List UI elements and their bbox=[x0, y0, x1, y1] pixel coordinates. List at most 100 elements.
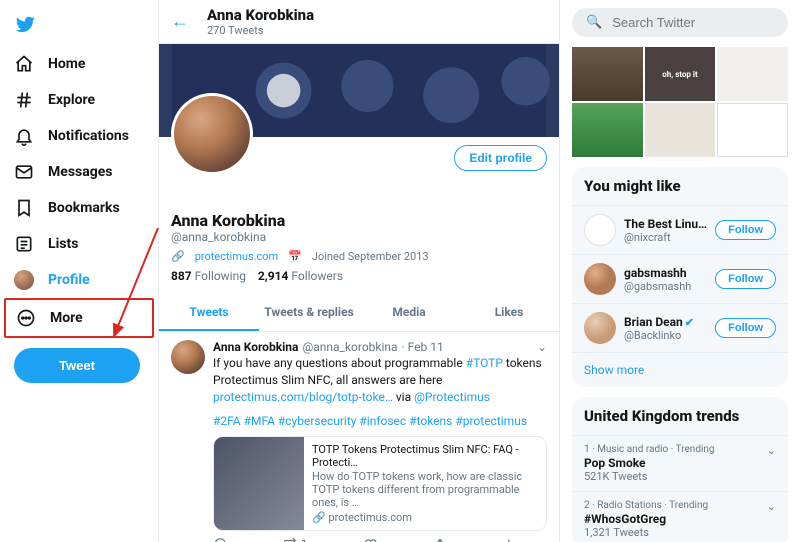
nav-notifications[interactable]: Notifications bbox=[4, 118, 154, 154]
tab-replies[interactable]: Tweets & replies bbox=[259, 295, 359, 331]
mention-link[interactable]: @Protectimus bbox=[414, 390, 490, 404]
profile-name: Anna Korobkina bbox=[171, 211, 547, 230]
card-image bbox=[214, 437, 304, 530]
search-box[interactable]: 🔍 bbox=[572, 8, 788, 37]
follow-button[interactable]: Follow bbox=[715, 269, 776, 289]
followers-link[interactable]: 2,914 Followers bbox=[258, 269, 343, 283]
card-url: 🔗 protectimus.com bbox=[312, 511, 538, 524]
primary-nav: Home Explore Notifications Messages Book… bbox=[0, 0, 158, 542]
user-avatar bbox=[584, 214, 616, 246]
trend-caret-icon[interactable]: ⌄ bbox=[767, 500, 776, 513]
search-input[interactable] bbox=[612, 15, 788, 30]
home-icon bbox=[14, 54, 34, 74]
profile-tabs: Tweets Tweets & replies Media Likes bbox=[159, 295, 559, 332]
user-avatar bbox=[584, 263, 616, 295]
user-name: The Best Linux Blog I… bbox=[624, 217, 707, 231]
panel-title: You might like bbox=[572, 167, 788, 205]
tab-tweets[interactable]: Tweets bbox=[159, 295, 259, 331]
trend-item[interactable]: ⌄ 2 · Radio Stations · Trending #WhosGot… bbox=[572, 491, 788, 542]
user-avatar bbox=[584, 312, 616, 344]
trend-caret-icon[interactable]: ⌄ bbox=[767, 444, 776, 457]
follow-button[interactable]: Follow bbox=[715, 220, 776, 240]
user-handle: @Backlinko bbox=[624, 329, 707, 342]
suggested-user[interactable]: The Best Linux Blog I… @nixcraft Follow bbox=[572, 205, 788, 254]
nav-explore[interactable]: Explore bbox=[4, 82, 154, 118]
media-thumb[interactable] bbox=[717, 47, 788, 101]
user-handle: @nixcraft bbox=[624, 231, 707, 244]
nav-label: Explore bbox=[48, 92, 95, 108]
tab-likes[interactable]: Likes bbox=[459, 295, 559, 331]
back-button[interactable]: ← bbox=[171, 11, 189, 32]
trend-stats: 521K Tweets bbox=[584, 470, 776, 483]
nav-lists[interactable]: Lists bbox=[4, 226, 154, 262]
list-icon bbox=[14, 234, 34, 254]
user-name: Brian Dean✔ bbox=[624, 315, 707, 329]
nav-label: Messages bbox=[48, 164, 112, 180]
tweet-avatar[interactable] bbox=[171, 340, 205, 374]
right-sidebar: 🔍 oh, stop it You might like The Best Li… bbox=[560, 0, 800, 542]
media-thumbnails: oh, stop it bbox=[572, 47, 788, 157]
nav-more[interactable]: More bbox=[4, 298, 154, 338]
tweet-caret-icon[interactable]: ⌄ bbox=[537, 340, 547, 354]
edit-profile-button[interactable]: Edit profile bbox=[454, 145, 547, 171]
media-thumb[interactable] bbox=[572, 103, 643, 157]
hashtag-link[interactable]: #TOTP bbox=[466, 356, 503, 370]
trend-context: 2 · Radio Stations · Trending bbox=[584, 500, 776, 511]
compose-tweet-button[interactable]: Tweet bbox=[14, 348, 140, 383]
like-button[interactable] bbox=[363, 537, 377, 542]
profile-joined: Joined September 2013 bbox=[312, 250, 429, 263]
header-name: Anna Korobkina bbox=[207, 6, 314, 24]
verified-badge-icon: ✔ bbox=[685, 316, 694, 329]
nav-label: Profile bbox=[48, 272, 90, 288]
tab-media[interactable]: Media bbox=[359, 295, 459, 331]
trend-name: Pop Smoke bbox=[584, 456, 776, 470]
user-handle: @gabsmashh bbox=[624, 280, 707, 293]
avatar-icon bbox=[14, 270, 34, 290]
show-more-link[interactable]: Show more bbox=[572, 352, 788, 387]
nav-home[interactable]: Home bbox=[4, 46, 154, 82]
nav-label: Bookmarks bbox=[48, 200, 120, 216]
media-thumb[interactable] bbox=[717, 103, 788, 157]
suggested-user[interactable]: gabsmashh @gabsmashh Follow bbox=[572, 254, 788, 303]
nav-label: Notifications bbox=[48, 128, 129, 144]
suggested-user[interactable]: Brian Dean✔ @Backlinko Follow bbox=[572, 303, 788, 352]
trend-name: #WhosGotGreg bbox=[584, 512, 776, 526]
card-desc: How do TOTP tokens work, how are classic… bbox=[312, 470, 538, 509]
profile-link[interactable]: protectimus.com bbox=[195, 250, 279, 263]
nav-profile[interactable]: Profile bbox=[4, 262, 154, 298]
reply-button[interactable] bbox=[213, 537, 227, 542]
tweet[interactable]: Anna Korobkina @anna_korobkina · Feb 11 … bbox=[159, 332, 559, 542]
user-name: gabsmashh bbox=[624, 266, 707, 280]
tweet-hashtags[interactable]: #2FA #MFA #cybersecurity #infosec #token… bbox=[213, 414, 547, 428]
media-thumb[interactable] bbox=[645, 103, 716, 157]
nav-label: Lists bbox=[48, 236, 78, 252]
calendar-icon: 📅 bbox=[288, 250, 302, 263]
trend-context: 1 · Music and radio · Trending bbox=[584, 444, 776, 455]
nav-label: Home bbox=[48, 56, 85, 72]
profile-header: ← Anna Korobkina 270 Tweets bbox=[159, 0, 559, 44]
retweet-button[interactable]: 1 bbox=[283, 537, 308, 542]
nav-bookmarks[interactable]: Bookmarks bbox=[4, 190, 154, 226]
link-card[interactable]: TOTP Tokens Protectimus Slim NFC: FAQ - … bbox=[213, 436, 547, 531]
tweet-date: · Feb 11 bbox=[402, 340, 444, 354]
tweet-author-handle[interactable]: @anna_korobkina bbox=[302, 340, 397, 354]
nav-label: More bbox=[50, 310, 83, 326]
media-thumb[interactable]: oh, stop it bbox=[645, 47, 716, 101]
follow-button[interactable]: Follow bbox=[715, 318, 776, 338]
tweet-author-name[interactable]: Anna Korobkina bbox=[213, 340, 298, 354]
who-to-follow: You might like The Best Linux Blog I… @n… bbox=[572, 167, 788, 387]
profile-avatar[interactable] bbox=[171, 93, 253, 175]
share-button[interactable] bbox=[433, 537, 447, 542]
trends-panel: United Kingdom trends ⌄ 1 · Music and ra… bbox=[572, 397, 788, 542]
bookmark-icon bbox=[14, 198, 34, 218]
search-icon: 🔍 bbox=[586, 15, 602, 30]
trend-item[interactable]: ⌄ 1 · Music and radio · Trending Pop Smo… bbox=[572, 435, 788, 491]
tweet-link[interactable]: protectimus.com/blog/totp-toke… bbox=[213, 390, 393, 404]
following-link[interactable]: 887 Following bbox=[171, 269, 246, 283]
twitter-logo[interactable] bbox=[4, 8, 154, 46]
media-thumb[interactable] bbox=[572, 47, 643, 101]
tweet-actions: 1 bbox=[213, 537, 547, 542]
more-icon bbox=[16, 308, 36, 328]
analytics-button[interactable] bbox=[503, 537, 517, 542]
nav-messages[interactable]: Messages bbox=[4, 154, 154, 190]
